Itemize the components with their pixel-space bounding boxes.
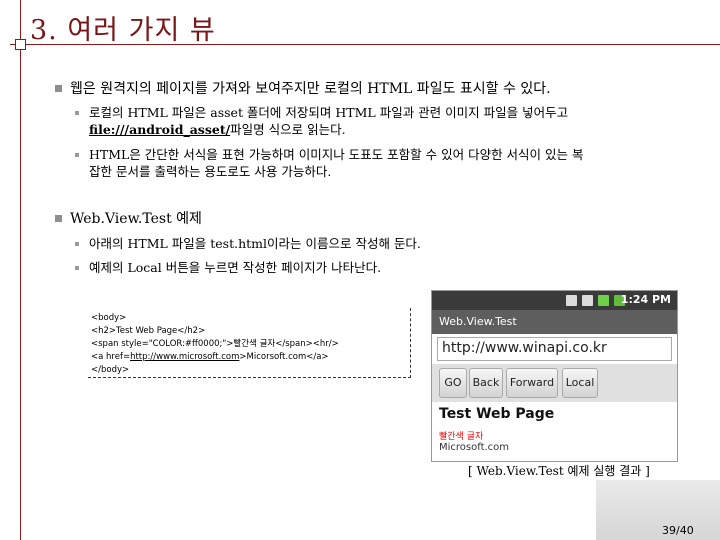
- webview-red-text: 빨간색 글자: [439, 432, 484, 442]
- sub-bullet-1: 로컬의 HTML 파일은 asset 폴더에 저장되며 HTML 파일과 관련 …: [75, 104, 689, 138]
- code-line: <span style="COLOR:#ff0000;">빨간색 글자</spa…: [91, 339, 339, 349]
- corner-square: [15, 39, 26, 50]
- app-title: Web.View.Test: [439, 315, 517, 328]
- sub-bullet-dot-icon: [75, 266, 79, 270]
- code-line: <a href=http://www.microsoft.com>Micorso…: [91, 351, 411, 364]
- vertical-rule: [20, 0, 21, 540]
- usb-icon: [566, 295, 577, 306]
- sub-bullet-dot-icon: [75, 111, 79, 115]
- url-text: http://www.winapi.co.kr: [442, 340, 607, 356]
- code-line: <body>: [91, 313, 127, 323]
- bullet-square-icon: [55, 215, 62, 222]
- webview-content: Test Web Page 빨간색 글자 Microsoft.com: [432, 402, 677, 461]
- bullet-2-text: Web.View.Test 예제: [70, 211, 202, 227]
- android-screenshot: 1:24 PM Web.View.Test http://www.winapi.…: [431, 290, 678, 462]
- sub-bullet-2: HTML은 간단한 서식을 표현 가능하며 이미지나 도표도 포함할 수 있어 …: [75, 146, 689, 180]
- code-line: </body>: [91, 365, 130, 375]
- sub-bullet-dot-icon: [75, 242, 79, 246]
- sd-card-icon: [582, 295, 593, 306]
- sub-bullet-4: 예제의 Local 버튼을 누르면 작성한 페이지가 나타난다.: [75, 259, 689, 276]
- forward-button[interactable]: Forward: [506, 368, 558, 398]
- bullet-1-text: 웹은 원격지의 페이지를 가져와 보여주지만 로컬의 HTML 파일도 표시할 …: [70, 81, 551, 97]
- sub-bullet-1-line2-text: 파일명 식으로 읽는다.: [230, 122, 346, 137]
- back-button[interactable]: Back: [469, 368, 503, 398]
- go-button[interactable]: GO: [439, 368, 467, 398]
- bullet-1: 웹은 원격지의 페이지를 가져와 보여주지만 로컬의 HTML 파일도 표시할 …: [55, 80, 551, 98]
- figure-caption: [ Web.View.Test 예제 실행 결과 ]: [468, 464, 650, 478]
- sub-bullet-dot-icon: [75, 153, 79, 157]
- code-line: <h2>Test Web Page</h2>: [91, 326, 206, 336]
- asset-path-link[interactable]: file:///android_asset/: [89, 122, 230, 137]
- page-number: 39/40: [662, 524, 694, 537]
- webview-heading: Test Web Page: [439, 406, 555, 422]
- sub-bullet-2-line1: HTML은 간단한 서식을 표현 가능하며 이미지나 도표도 포함할 수 있어 …: [89, 147, 584, 162]
- sub-bullet-2-line2: 잡한 문서를 출력하는 용도로도 사용 가능하다.: [89, 164, 332, 179]
- code-url-link[interactable]: http://www.microsoft.com: [130, 352, 239, 362]
- status-bar: 1:24 PM: [432, 291, 677, 310]
- bullet-2: Web.View.Test 예제: [55, 210, 202, 228]
- code-line-part: >Micorsoft.com</a>: [239, 352, 329, 362]
- local-button[interactable]: Local: [562, 368, 598, 398]
- status-time: 1:24 PM: [620, 293, 671, 306]
- sub-bullet-4-text: 예제의 Local 버튼을 누르면 작성한 페이지가 나타난다.: [89, 260, 382, 275]
- bullet-square-icon: [55, 85, 62, 92]
- sub-bullet-1-line1: 로컬의 HTML 파일은 asset 폴더에 저장되며 HTML 파일과 관련 …: [89, 105, 569, 120]
- sub-bullet-3: 아래의 HTML 파일을 test.html이라는 이름으로 작성해 둔다.: [75, 235, 689, 252]
- app-title-bar: Web.View.Test: [432, 310, 677, 334]
- sub-bullet-3-text: 아래의 HTML 파일을 test.html이라는 이름으로 작성해 둔다.: [89, 236, 421, 251]
- building-decoration: [596, 480, 720, 540]
- url-input[interactable]: http://www.winapi.co.kr: [437, 337, 672, 361]
- code-line-part: <a href=: [91, 352, 131, 362]
- button-row: GO Back Forward Local: [432, 364, 677, 402]
- webview-link[interactable]: Microsoft.com: [439, 442, 509, 453]
- slide-title: 3. 여러 가지 뷰: [30, 15, 216, 46]
- sub-bullet-1-line2: file:///android_asset/파일명 식으로 읽는다.: [89, 121, 689, 138]
- code-listing: <body> <h2>Test Web Page</h2> <span styl…: [91, 312, 411, 377]
- network-icon: [598, 295, 609, 306]
